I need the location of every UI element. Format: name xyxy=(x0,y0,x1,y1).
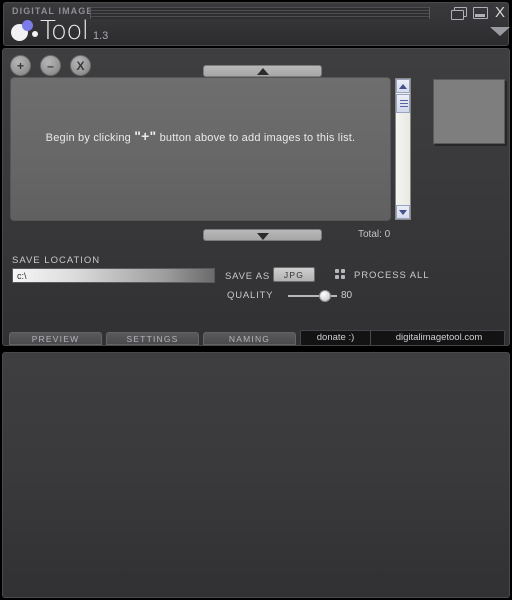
quality-slider-track-right[interactable] xyxy=(331,295,337,297)
tab-preview[interactable]: PREVIEW xyxy=(9,332,102,345)
format-selector[interactable]: JPG xyxy=(273,267,315,282)
list-expand-handle[interactable] xyxy=(203,229,322,241)
titlebar-pinstripes xyxy=(90,7,430,19)
main-panel: + – X Begin by clicking "+" button above… xyxy=(2,48,510,346)
logo-dot-icon xyxy=(32,31,38,37)
brand-label: DIGITAL IMAGE xyxy=(12,6,94,16)
empty-message-plus: "+" xyxy=(134,128,157,144)
scroll-down-button[interactable] xyxy=(396,205,410,219)
scroll-up-button[interactable] xyxy=(396,79,410,93)
empty-list-message: Begin by clicking "+" button above to ad… xyxy=(11,128,390,144)
restore-window-button[interactable] xyxy=(451,7,467,20)
lower-content-panel xyxy=(2,352,510,598)
total-count-label: Total: 0 xyxy=(358,229,391,240)
quality-slider-handle[interactable] xyxy=(319,290,331,302)
app-title: Tool xyxy=(40,16,89,46)
app-version: 1.3 xyxy=(93,30,109,42)
clear-list-button[interactable]: X xyxy=(70,55,91,76)
tab-settings[interactable]: SETTINGS xyxy=(106,332,199,345)
quality-label: QUALITY xyxy=(227,290,274,301)
minimize-icon xyxy=(473,7,488,19)
application-window: DIGITAL IMAGE Tool 1.3 X + – X Begin by … xyxy=(0,0,512,600)
empty-message-prefix: Begin by clicking xyxy=(45,132,135,144)
app-logo xyxy=(11,19,41,45)
expand-panel-chevron-down-icon[interactable] xyxy=(490,27,510,36)
add-images-button[interactable]: + xyxy=(10,55,31,76)
close-window-button[interactable]: X xyxy=(495,5,505,20)
chevron-up-icon xyxy=(399,84,407,89)
triangle-down-icon xyxy=(257,233,269,240)
website-link[interactable]: digitalimagetool.com xyxy=(375,331,503,345)
empty-message-suffix: button above to add images to this list. xyxy=(156,132,356,144)
process-all-button[interactable]: PROCESS ALL xyxy=(354,270,429,281)
logo-circle-blue-icon xyxy=(22,20,33,31)
list-collapse-handle[interactable] xyxy=(203,65,322,77)
image-list[interactable]: Begin by clicking "+" button above to ad… xyxy=(10,77,391,221)
remove-image-button[interactable]: – xyxy=(40,55,61,76)
triangle-up-icon xyxy=(257,68,269,75)
save-as-label: SAVE AS xyxy=(225,271,271,282)
chevron-down-icon xyxy=(399,210,407,215)
grip-lines-icon xyxy=(400,100,408,108)
scrollbar-thumb[interactable] xyxy=(396,94,410,113)
restore-icon xyxy=(451,7,467,20)
title-bar: DIGITAL IMAGE Tool 1.3 X xyxy=(3,2,510,46)
list-scrollbar[interactable] xyxy=(395,78,411,220)
quality-value: 80 xyxy=(341,290,353,301)
tab-naming[interactable]: NAMING xyxy=(203,332,296,345)
save-location-input[interactable] xyxy=(12,268,215,283)
save-location-label: SAVE LOCATION xyxy=(12,255,101,266)
thumbnail-preview[interactable] xyxy=(433,79,505,144)
donate-link[interactable]: donate :) xyxy=(301,331,371,345)
grid-dots-icon[interactable] xyxy=(335,269,346,280)
minimize-window-button[interactable] xyxy=(473,7,488,19)
link-bar: donate :) digitalimagetool.com xyxy=(300,330,505,346)
